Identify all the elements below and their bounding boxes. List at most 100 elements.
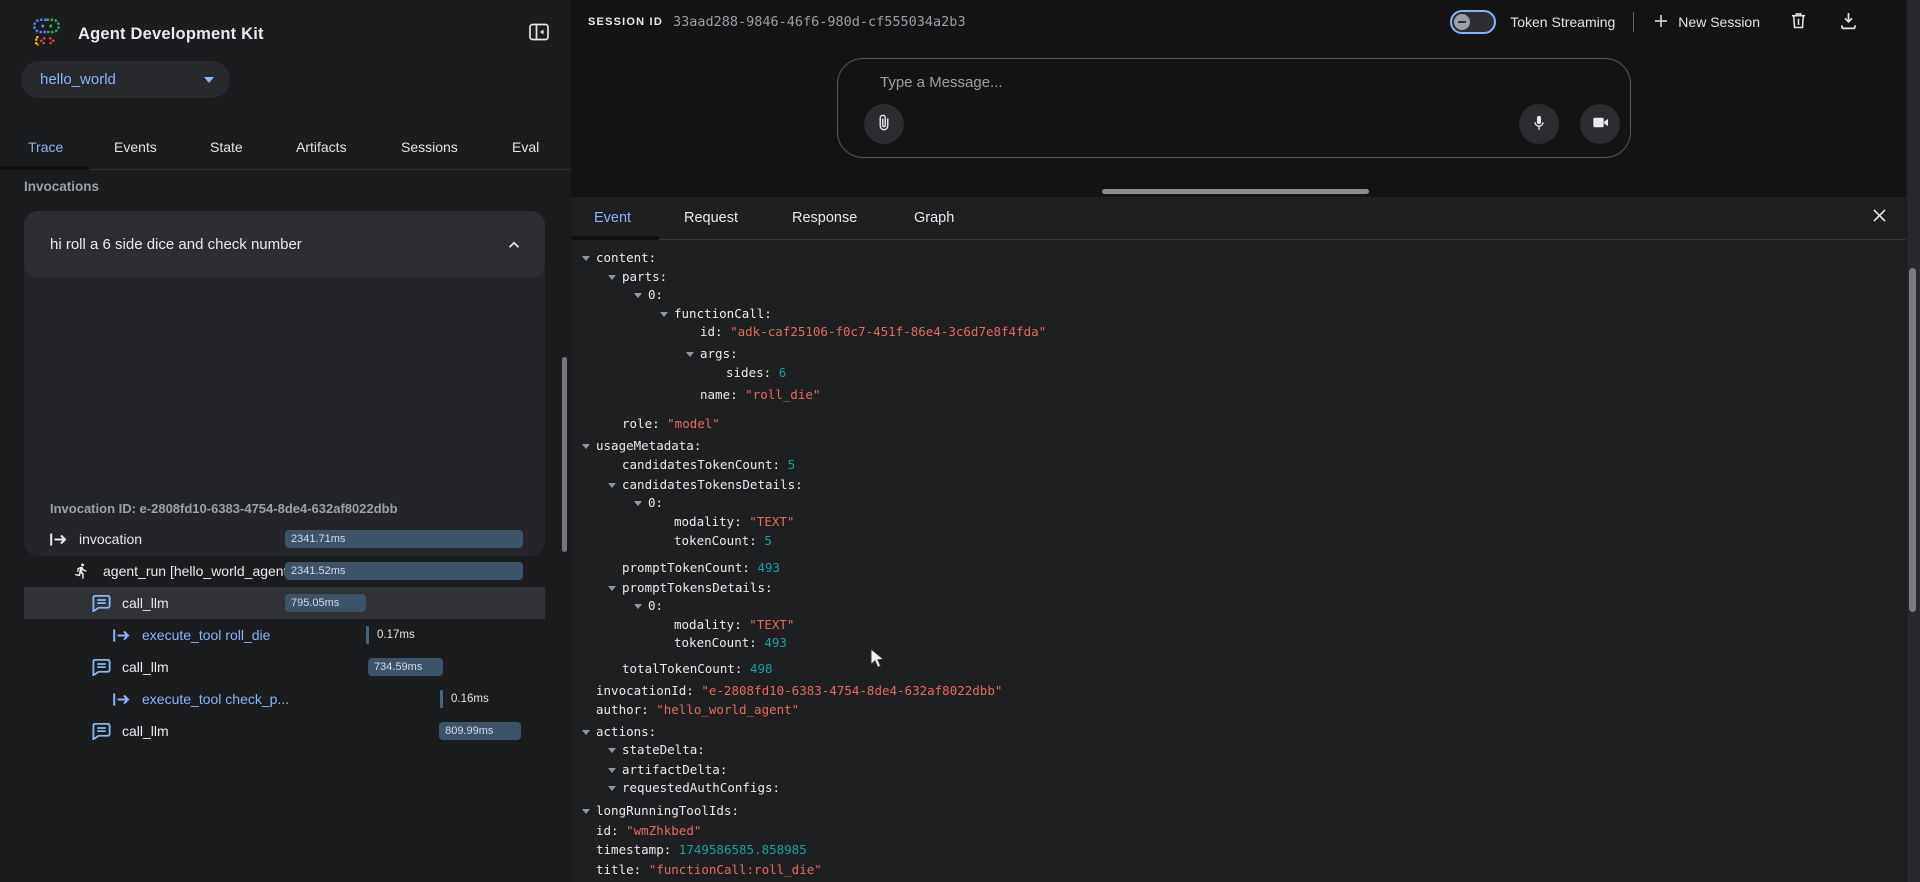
json-value: 5 — [788, 457, 796, 472]
json-key: usageMetadata: — [596, 438, 701, 453]
json-line: role: "model" — [571, 415, 1891, 434]
sidebar-vscrollbar-thumb[interactable] — [562, 357, 567, 552]
expand-triangle-icon[interactable] — [582, 809, 590, 814]
chat-icon — [92, 722, 114, 740]
invocation-header[interactable]: hi roll a 6 side dice and check number — [24, 211, 545, 278]
trace-row[interactable]: call_llm734.59ms — [24, 651, 545, 683]
expand-triangle-icon[interactable] — [634, 293, 642, 298]
json-value: 6 — [779, 365, 787, 380]
trace-duration-bar: 2341.71ms — [285, 530, 523, 548]
event-json-tree: content:parts:0:functionCall:id: "adk-ca… — [571, 240, 1891, 882]
expand-triangle-icon[interactable] — [608, 748, 616, 753]
json-value: "roll_die" — [745, 387, 820, 402]
dropdown-caret-icon — [204, 77, 214, 83]
session-id-value: 33aad288-9846-46f6-980d-cf555034a2b3 — [673, 14, 966, 30]
details-vscrollbar-thumb[interactable] — [1909, 268, 1916, 612]
json-key: promptTokensDetails: — [622, 580, 773, 595]
tab-graph[interactable]: Graph — [914, 197, 954, 239]
tab-response[interactable]: Response — [792, 197, 857, 239]
download-icon — [1838, 10, 1859, 34]
expand-triangle-icon[interactable] — [634, 604, 642, 609]
message-input[interactable] — [880, 67, 1440, 97]
chat-hscrollbar-thumb[interactable] — [1102, 189, 1369, 194]
token-streaming-label: Token Streaming — [1510, 14, 1615, 30]
tab-state[interactable]: State — [210, 125, 243, 169]
video-button[interactable] — [1580, 104, 1620, 144]
trace-row[interactable]: call_llm809.99ms — [24, 715, 545, 747]
video-camera-icon — [1591, 113, 1610, 135]
json-key: args: — [700, 346, 738, 361]
trace-duration-bar: 795.05ms — [285, 594, 366, 612]
trace-duration-tick — [366, 626, 369, 644]
tab-request[interactable]: Request — [684, 197, 738, 239]
expand-triangle-icon[interactable] — [582, 730, 590, 735]
tab-event[interactable]: Event — [594, 197, 631, 239]
json-key: tokenCount: — [674, 635, 764, 650]
close-details-button[interactable] — [1861, 199, 1897, 235]
execute-arrow-icon — [112, 626, 134, 644]
trace-row[interactable]: invocation 2341.71ms — [24, 523, 545, 555]
tab-sessions[interactable]: Sessions — [401, 125, 458, 169]
expand-triangle-icon[interactable] — [686, 352, 694, 357]
mic-button[interactable] — [1519, 104, 1559, 144]
trace-row[interactable]: call_llm795.05ms — [24, 587, 545, 619]
chat-icon — [92, 658, 114, 676]
expand-triangle-icon[interactable] — [582, 444, 590, 449]
expand-triangle-icon[interactable] — [634, 501, 642, 506]
json-line: functionCall: — [571, 305, 1891, 324]
delete-session-button[interactable] — [1786, 10, 1810, 34]
new-session-button[interactable]: New Session — [1652, 12, 1760, 33]
json-key: promptTokenCount: — [622, 560, 757, 575]
adk-web-app: Agent Development Kit hello_world Trace … — [0, 0, 1920, 882]
tab-events[interactable]: Events — [114, 125, 157, 169]
json-key: sides: — [726, 365, 779, 380]
details-panel: Event Request Response Graph content:par… — [571, 197, 1920, 882]
trace-duration-bar: 809.99ms — [439, 722, 521, 740]
collapse-sidebar-button[interactable] — [524, 18, 554, 48]
paperclip-icon — [874, 113, 894, 136]
app-select-value: hello_world — [40, 71, 116, 88]
json-line: 0: — [571, 597, 1891, 616]
expand-triangle-icon[interactable] — [660, 312, 668, 317]
json-line: author: "hello_world_agent" — [571, 701, 1891, 720]
trace-row-label: invocation — [79, 523, 142, 555]
expand-triangle-icon[interactable] — [608, 275, 616, 280]
app-select[interactable]: hello_world — [21, 61, 230, 98]
trace-row[interactable]: agent_run [hello_world_agent]2341.52ms — [24, 555, 545, 587]
json-line: timestamp: 1749586585.858985 — [571, 841, 1891, 860]
trace-duration-label: 0.16ms — [451, 683, 489, 715]
json-key: tokenCount: — [674, 533, 764, 548]
trace-row[interactable]: execute_tool check_p...0.16ms — [24, 683, 545, 715]
header-divider — [1633, 12, 1634, 32]
json-line: promptTokenCount: 493 — [571, 559, 1891, 578]
expand-triangle-icon[interactable] — [608, 786, 616, 791]
expand-triangle-icon[interactable] — [608, 483, 616, 488]
chat-icon — [92, 594, 114, 612]
json-value: 498 — [750, 661, 773, 676]
attach-file-button[interactable] — [864, 104, 904, 144]
tab-artifacts[interactable]: Artifacts — [296, 125, 347, 169]
expand-triangle-icon[interactable] — [582, 256, 590, 261]
tab-eval[interactable]: Eval — [512, 125, 539, 169]
json-key: modality: — [674, 514, 749, 529]
trace-row[interactable]: execute_tool roll_die0.17ms — [24, 619, 545, 651]
json-value: "adk-caf25106-f0c7-451f-86e4-3c6d7e8f4fd… — [730, 324, 1046, 339]
json-line: name: "roll_die" — [571, 386, 1891, 405]
json-key: 0: — [648, 287, 663, 302]
json-key: functionCall: — [674, 306, 772, 321]
tab-trace[interactable]: Trace — [28, 125, 63, 169]
trace-duration-label: 2341.52ms — [291, 562, 523, 580]
token-streaming-toggle[interactable] — [1450, 10, 1496, 34]
new-session-label: New Session — [1678, 14, 1760, 30]
trace-duration-bar: 734.59ms — [368, 658, 443, 676]
json-key: name: — [700, 387, 745, 402]
json-line: promptTokensDetails: — [571, 579, 1891, 598]
json-line: id: "adk-caf25106-f0c7-451f-86e4-3c6d7e8… — [571, 323, 1891, 342]
trash-icon — [1788, 10, 1809, 34]
invocation-card: hi roll a 6 side dice and check number I… — [24, 211, 545, 556]
expand-triangle-icon[interactable] — [608, 768, 616, 773]
json-key: actions: — [596, 724, 656, 739]
expand-triangle-icon[interactable] — [608, 586, 616, 591]
adk-logo-icon — [30, 16, 64, 53]
export-session-button[interactable] — [1836, 10, 1860, 34]
